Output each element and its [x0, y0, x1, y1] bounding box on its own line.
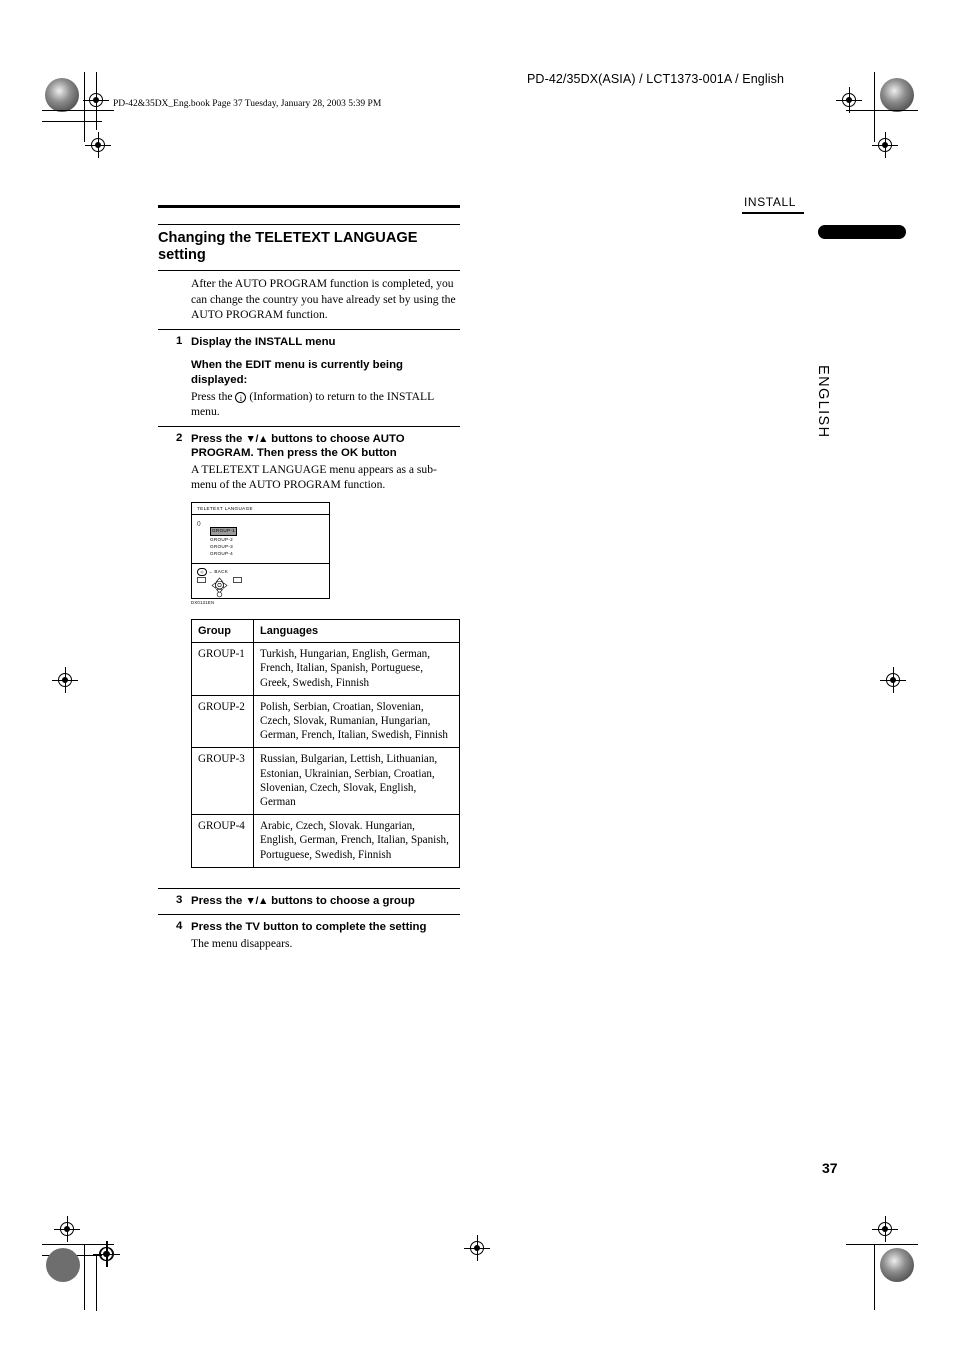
table-row: GROUP-1 Turkish, Hungarian, English, Ger… [191, 642, 460, 696]
crop-mark-bottom-left-v [84, 1244, 86, 1310]
table-row: GROUP-2 Polish, Serbian, Croatian, Slove… [191, 694, 460, 749]
step-1-body-pre: Press the [191, 389, 236, 403]
tv-button-icon: TV [245, 921, 261, 934]
page-number: 37 [822, 1160, 838, 1176]
section-intro: After the AUTO PROGRAM function is compl… [191, 277, 456, 322]
osd-corner-fold-icon [306, 572, 330, 599]
cell-languages-3: Russian, Bulgarian, Lettish, Lithuanian,… [253, 747, 460, 816]
column-header-group: Group [191, 619, 254, 644]
cell-group-4: GROUP-4 [191, 814, 254, 868]
crop-mark-bottom-right-v [874, 1244, 876, 1310]
main-content: Changing the TELETEXT LANGUAGE setting A… [158, 205, 460, 957]
down-up-arrows-icon: ▼/▲ [245, 432, 268, 445]
step-1-number: 1 [176, 334, 183, 347]
step-1: 1 Display the INSTALL menu When the EDIT… [158, 328, 460, 426]
osd-option-group-4[interactable]: GROUP-4 [210, 551, 324, 558]
osd-help-area: ◎ ← BACK [192, 564, 330, 599]
table-row: GROUP-4 Arabic, Czech, Slovak. Hungarian… [191, 814, 460, 868]
step-4-head-b: button to complete the setting [260, 921, 427, 934]
language-group-table: Group Languages GROUP-1 Turkish, Hungari… [191, 619, 460, 868]
step-3-heading: Press the ▼/▲ buttons to choose a group [191, 894, 460, 909]
step-2-number: 2 [176, 431, 183, 444]
ok-button-icon: OK [341, 447, 359, 460]
osd-back-arrow: ← [208, 569, 214, 575]
table-header-row: Group Languages [191, 619, 460, 644]
step-4: 4 Press the TV button to complete the se… [158, 914, 460, 957]
registration-target-left-mid [52, 667, 78, 693]
step-4-heading: Press the TV button to complete the sett… [191, 920, 460, 935]
language-tab-label: ENGLISH [815, 365, 831, 439]
step-2-head-c: button [358, 447, 397, 460]
step-4-body: The menu disappears. [191, 936, 293, 950]
step-1-subheading: When the EDIT menu is currently being di… [191, 359, 404, 386]
osd-menu-title: TELETEXT LANGUAGE [192, 503, 329, 516]
registration-target-top-right [836, 87, 862, 113]
step-3-number: 3 [176, 893, 183, 906]
column-header-languages: Languages [253, 619, 460, 644]
osd-back-label: BACK [214, 569, 229, 575]
registration-target-top-right-2 [872, 132, 898, 158]
registration-target-top-left-2 [85, 132, 111, 158]
crop-mark-bottom-right-h [846, 1244, 918, 1246]
cell-group-1: GROUP-1 [191, 642, 254, 696]
registration-target-top-left [83, 87, 109, 113]
registration-dot-bottom-right [880, 1248, 914, 1282]
cell-group-3: GROUP-3 [191, 747, 254, 816]
registration-dot-top-left [45, 78, 79, 112]
osd-option-group-1[interactable]: GROUP-1 [210, 527, 238, 537]
crop-mark-top-left-h2 [42, 121, 102, 123]
page-title: Changing the TELETEXT LANGUAGE setting [158, 223, 460, 272]
step-1-heading: Display the INSTALL menu [191, 335, 336, 348]
osd-illustration-wrap: TELETEXT LANGUAGE () GROUP-1 GROUP-2 GRO… [191, 501, 331, 606]
step-4-head-a: Press the [191, 921, 246, 934]
step-3: 3 Press the ▼/▲ buttons to choose a grou… [158, 887, 460, 915]
down-up-arrows-icon: ▼/▲ [245, 894, 268, 907]
osd-cursor-icon: () [197, 520, 201, 527]
cell-languages-4: Arabic, Czech, Slovak. Hungarian, Englis… [253, 814, 460, 868]
osd-figure-caption: DX0131EN [191, 600, 215, 606]
registration-target-bottom-right [872, 1216, 898, 1242]
step-2-body: A TELETEXT LANGUAGE menu appears as a su… [191, 462, 437, 492]
information-icon: i [235, 391, 247, 403]
osd-options-area: () GROUP-1 GROUP-2 GROUP-3 GROUP-4 [192, 515, 329, 564]
osd-navigation-pad [197, 576, 243, 598]
table-row: GROUP-3 Russian, Bulgarian, Lettish, Lit… [191, 747, 460, 816]
step-2-heading: Press the ▼/▲ buttons to choose AUTO PRO… [191, 432, 460, 461]
content-top-rule [158, 205, 460, 208]
osd-teletext-language-menu: TELETEXT LANGUAGE () GROUP-1 GROUP-2 GRO… [191, 501, 330, 599]
cell-group-2: GROUP-2 [191, 694, 254, 749]
cell-languages-1: Turkish, Hungarian, English, German, Fre… [253, 642, 460, 696]
nav-pad-icon [197, 576, 242, 597]
registration-target-right-mid [880, 667, 906, 693]
document-identifier: PD-42/35DX(ASIA) / LCT1373-001A / Englis… [527, 72, 785, 86]
osd-option-group-3[interactable]: GROUP-3 [210, 544, 324, 551]
registration-target-bottom-right-2 [94, 1241, 120, 1267]
cell-languages-2: Polish, Serbian, Croatian, Slovenian, Cz… [253, 694, 460, 749]
step-2: 2 Press the ▼/▲ buttons to choose AUTO P… [158, 425, 460, 874]
registration-dot-top-right [880, 78, 914, 112]
running-head-rule [742, 212, 804, 215]
back-button-icon: ◎ [197, 567, 208, 576]
registration-target-bottom-left [54, 1216, 80, 1242]
step-2-head-a: Press the [191, 432, 246, 445]
step-3-head-b: buttons to choose a group [267, 894, 415, 907]
registration-target-bottom-center [464, 1235, 490, 1261]
language-thumb-tab [818, 225, 906, 239]
running-head-install: INSTALL [744, 195, 796, 209]
registration-dot-bottom-left [46, 1248, 80, 1282]
step-1-body: Press the i (Information) to return to t… [191, 389, 460, 420]
book-file-line: PD-42&35DX_Eng.book Page 37 Tuesday, Jan… [113, 99, 382, 109]
osd-option-group-2[interactable]: GROUP-2 [210, 537, 324, 544]
step-3-head-a: Press the [191, 894, 246, 907]
step-4-number: 4 [176, 920, 183, 933]
